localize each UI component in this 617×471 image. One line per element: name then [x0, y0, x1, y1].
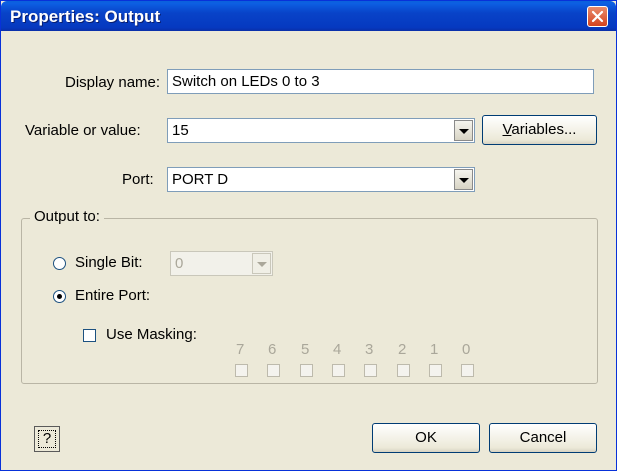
display-name-label: Display name: — [65, 74, 161, 91]
mask-bit-checkbox[interactable] — [429, 364, 442, 377]
port-combobox[interactable]: PORT D — [167, 167, 475, 192]
chevron-down-icon[interactable] — [454, 120, 473, 141]
mask-bit-label: 2 — [398, 341, 407, 358]
single-bit-combobox[interactable]: 0 — [170, 251, 273, 276]
variable-label: Variable or value: — [25, 122, 141, 139]
variable-combobox[interactable]: 15 — [167, 118, 475, 143]
mask-bit-checkbox[interactable] — [397, 364, 410, 377]
mask-bit-label: 7 — [236, 341, 245, 358]
mask-bit-checkbox[interactable] — [332, 364, 345, 377]
help-button[interactable]: ? — [34, 426, 60, 452]
mask-bit-label: 5 — [301, 341, 310, 358]
help-icon: ? — [38, 430, 56, 448]
use-masking-checkbox[interactable] — [83, 329, 96, 342]
mask-bit-checkbox[interactable] — [364, 364, 377, 377]
mask-bit-label: 3 — [365, 341, 374, 358]
port-label: Port: — [122, 171, 154, 188]
close-button[interactable] — [587, 6, 608, 27]
mask-bit-label: 6 — [268, 341, 277, 358]
mask-bit-label: 0 — [462, 341, 471, 358]
mask-bit-label: 1 — [430, 341, 439, 358]
mask-bit-label: 4 — [333, 341, 342, 358]
chevron-down-icon[interactable] — [454, 169, 473, 190]
single-bit-value: 0 — [175, 255, 184, 272]
single-bit-radio[interactable] — [53, 257, 66, 270]
entire-port-radio[interactable] — [53, 290, 66, 303]
entire-port-label: Entire Port: — [75, 287, 151, 304]
mask-bit-checkbox[interactable] — [267, 364, 280, 377]
cancel-button[interactable]: Cancel — [489, 423, 597, 453]
chevron-down-icon[interactable] — [252, 253, 271, 274]
title-bar[interactable]: Properties: Output — [1, 1, 616, 31]
port-value: PORT D — [172, 171, 229, 188]
mask-bit-checkbox[interactable] — [235, 364, 248, 377]
mask-bit-checkbox[interactable] — [300, 364, 313, 377]
mask-bit-checkbox[interactable] — [461, 364, 474, 377]
properties-dialog: Properties: Output Display name: Switch … — [0, 0, 617, 471]
variable-value: 15 — [172, 122, 189, 139]
output-to-group-label: Output to: — [30, 208, 104, 225]
single-bit-label: Single Bit: — [75, 254, 143, 271]
display-name-field[interactable]: Switch on LEDs 0 to 3 — [167, 69, 594, 94]
variables-button[interactable]: Variables... — [482, 115, 597, 145]
use-masking-label: Use Masking: — [106, 326, 197, 343]
ok-button[interactable]: OK — [372, 423, 480, 453]
window-title: Properties: Output — [10, 7, 161, 26]
close-icon — [591, 10, 604, 23]
